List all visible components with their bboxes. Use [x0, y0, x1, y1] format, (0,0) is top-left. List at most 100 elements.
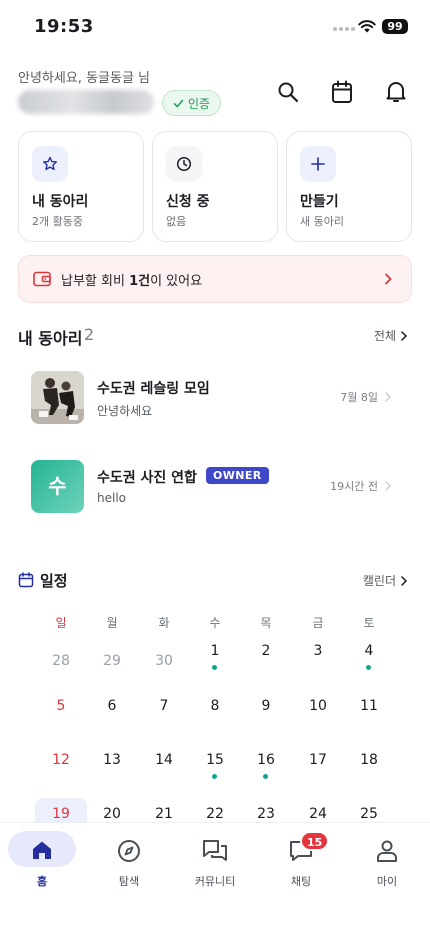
tab-my[interactable]: 마이: [352, 833, 422, 893]
club-name: 수도권 사진 연합: [97, 470, 197, 486]
weekday-label: 수: [209, 616, 221, 630]
tab-label: 마이: [376, 875, 398, 888]
calendar-day[interactable]: 11: [349, 698, 389, 714]
search-icon: [278, 82, 299, 103]
weekday-label: 월: [106, 616, 118, 630]
create-club-card[interactable]: 만들기 새 동아리: [286, 131, 412, 242]
club-list-item[interactable]: 수 수도권 사진 연합 OWNER hello 19시간 전: [0, 460, 430, 520]
calendar-day[interactable]: 14: [144, 752, 184, 768]
calendar-day[interactable]: 9: [246, 698, 286, 714]
calendar-day[interactable]: 13: [92, 752, 132, 768]
calendar-day[interactable]: 7: [144, 698, 184, 714]
owner-badge: OWNER: [206, 467, 269, 484]
chevron-right-icon: [385, 481, 391, 491]
calendar-day[interactable]: 12: [41, 752, 81, 768]
calendar-day[interactable]: 2: [246, 643, 286, 659]
event-dot: [366, 665, 371, 670]
wallet-icon: [33, 271, 51, 287]
calendar-link[interactable]: 캘린더: [363, 572, 408, 589]
tab-label: 채팅: [290, 875, 312, 888]
verified-label: 인증: [188, 96, 211, 111]
chat-unread-badge: 15: [300, 831, 330, 851]
card-subtitle: 2개 활동중: [32, 215, 83, 228]
calendar-day[interactable]: 23: [246, 806, 286, 822]
club-avatar-letter: 수: [48, 474, 67, 498]
tab-home[interactable]: 홈: [7, 833, 77, 893]
greeting-text: 안녕하세요, 동글동글 님: [18, 71, 150, 86]
calendar-day[interactable]: 20: [92, 806, 132, 822]
compass-icon: [118, 840, 140, 862]
event-dot: [212, 665, 217, 670]
star-icon: [32, 146, 68, 182]
schedule-title: 일정: [40, 572, 68, 590]
card-title: 만들기: [300, 194, 339, 210]
calendar-icon: [18, 572, 34, 588]
bell-icon: [386, 82, 406, 102]
see-all-link[interactable]: 전체: [374, 327, 408, 344]
card-subtitle: 새 동아리: [300, 215, 344, 228]
tab-label: 커뮤니티: [194, 875, 236, 888]
event-dot: [263, 774, 268, 779]
see-all-label: 전체: [373, 329, 396, 343]
applying-card[interactable]: 신청 중 없음: [152, 131, 278, 242]
battery-indicator: 99: [382, 19, 408, 34]
plus-icon: [300, 146, 336, 182]
person-icon: [377, 840, 397, 862]
calendar-day[interactable]: 6: [92, 698, 132, 714]
calendar-day[interactable]: 3: [298, 643, 338, 659]
bottom-tab-bar: 홈 탐색 커뮤니티 채팅 15 마이: [0, 822, 430, 931]
calendar-day[interactable]: 5: [41, 698, 81, 714]
wifi-icon: [358, 20, 376, 33]
calendar-day[interactable]: 22: [195, 806, 235, 822]
calendar-day[interactable]: 29: [92, 653, 132, 669]
club-name: 수도권 레슬링 모임: [97, 381, 210, 397]
club-avatar: 수: [31, 460, 84, 513]
calendar-day[interactable]: 16: [246, 752, 286, 768]
chevron-right-icon: [401, 575, 408, 586]
weekday-label: 목: [260, 616, 272, 630]
chevron-right-icon: [385, 273, 392, 285]
calendar-day[interactable]: 17: [298, 752, 338, 768]
calendar-day[interactable]: 8: [195, 698, 235, 714]
signal-dots-icon: [333, 27, 355, 31]
calendar-day[interactable]: 21: [144, 806, 184, 822]
community-chat-icon: [203, 840, 227, 861]
dues-banner[interactable]: 납부할 회비 1건이 있어요: [18, 255, 412, 303]
calendar-link-label: 캘린더: [362, 574, 396, 588]
calendar-day[interactable]: 24: [298, 806, 338, 822]
weekday-label: 금: [312, 616, 324, 630]
club-list-item[interactable]: 수도권 레슬링 모임 안녕하세요 7월 8일: [0, 371, 430, 431]
calendar-day[interactable]: 1: [195, 643, 235, 659]
card-subtitle: 없음: [166, 215, 187, 228]
tab-label: 홈: [36, 875, 48, 888]
club-time: 7월 8일: [340, 391, 378, 404]
my-clubs-card[interactable]: 내 동아리 2개 활동중: [18, 131, 144, 242]
notification-button[interactable]: [382, 78, 410, 106]
card-title: 신청 중: [166, 194, 210, 210]
check-icon: [173, 99, 184, 108]
chevron-right-icon: [385, 392, 391, 402]
calendar-button[interactable]: [328, 78, 356, 106]
calendar-day[interactable]: 30: [144, 653, 184, 669]
dues-text: 납부할 회비 1건이 있어요: [61, 273, 203, 289]
club-last-message: 안녕하세요: [97, 404, 153, 418]
club-thumbnail: [31, 371, 84, 424]
clock-icon: [166, 146, 202, 182]
club-time: 19시간 전: [330, 480, 378, 493]
calendar-day[interactable]: 15: [195, 752, 235, 768]
calendar-icon: [332, 80, 352, 103]
calendar-day[interactable]: 19: [41, 806, 81, 822]
calendar-day[interactable]: 4: [349, 643, 389, 659]
calendar-day[interactable]: 28: [41, 653, 81, 669]
weekday-label: 화: [158, 616, 170, 630]
tab-label: 탐색: [118, 875, 140, 888]
blurred-user-name: [18, 90, 154, 114]
calendar-day[interactable]: 10: [298, 698, 338, 714]
weekday-label: 토: [363, 616, 375, 630]
search-button[interactable]: [274, 78, 302, 106]
calendar-day[interactable]: 25: [349, 806, 389, 822]
status-time: 19:53: [34, 16, 94, 37]
tab-community[interactable]: 커뮤니티: [180, 833, 250, 893]
calendar-day[interactable]: 18: [349, 752, 389, 768]
tab-explore[interactable]: 탐색: [94, 833, 164, 893]
